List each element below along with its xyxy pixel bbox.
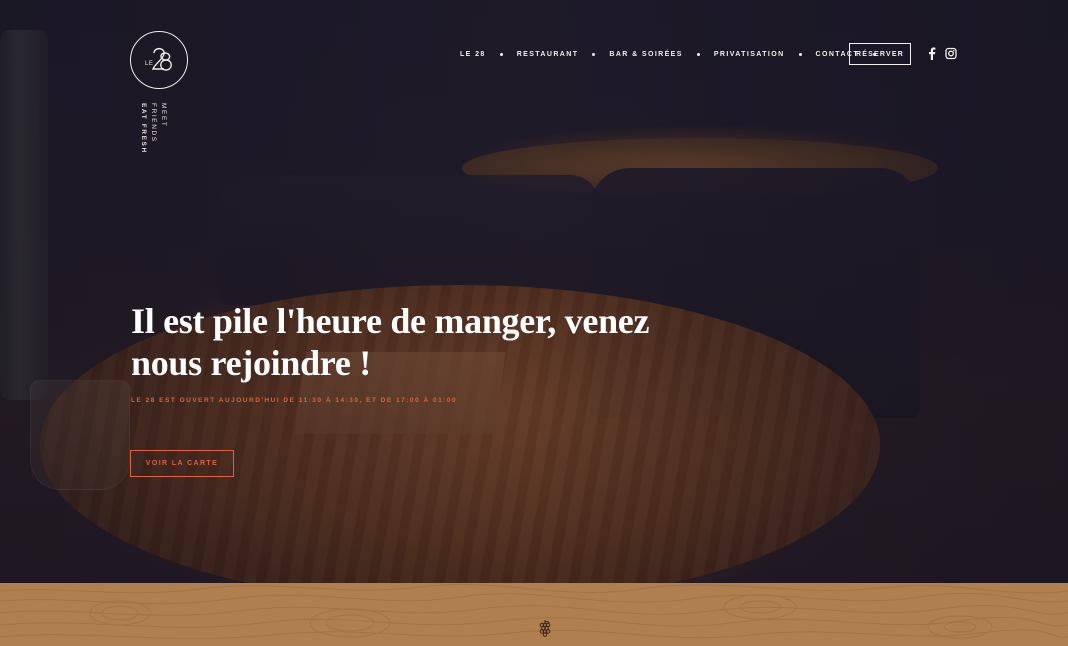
grape-icon	[539, 620, 551, 637]
wood-grain-pattern	[0, 583, 1068, 639]
nav-item-bar-soirees[interactable]: BAR & SOIRÉES	[609, 51, 682, 58]
reserve-button[interactable]: RÉSERVER	[849, 43, 911, 65]
tagline-line-2: EAT FRESH	[140, 103, 147, 154]
wood-texture-band	[0, 583, 1068, 646]
facebook-icon[interactable]	[926, 47, 938, 60]
main-nav: LE 28 RESTAURANT BAR & SOIRÉES PRIVATISA…	[460, 43, 890, 65]
nav-separator	[798, 52, 802, 56]
view-menu-button[interactable]: VOIR LA CARTE	[130, 450, 234, 477]
nav-separator	[592, 52, 596, 56]
hero-headline: Il est pile l'heure de manger, venez nou…	[131, 301, 650, 383]
svg-text:LE: LE	[145, 61, 153, 67]
logo[interactable]: LE	[130, 31, 188, 89]
tagline-line-1: MEET FRIENDS	[150, 103, 167, 143]
nav-separator	[499, 52, 503, 56]
nav-item-restaurant[interactable]: RESTAURANT	[517, 51, 579, 58]
nav-item-le28[interactable]: LE 28	[460, 51, 486, 58]
tagline: MEET FRIENDS EAT FRESH	[140, 103, 168, 163]
instagram-icon[interactable]	[945, 47, 957, 60]
nav-separator	[696, 52, 700, 56]
logo-mark-icon: LE	[145, 47, 172, 71]
opening-hours: LE 28 EST OUVERT AUJOURD'HUI DE 11:30 À …	[131, 397, 458, 404]
nav-item-privatisation[interactable]: PRIVATISATION	[714, 51, 785, 58]
